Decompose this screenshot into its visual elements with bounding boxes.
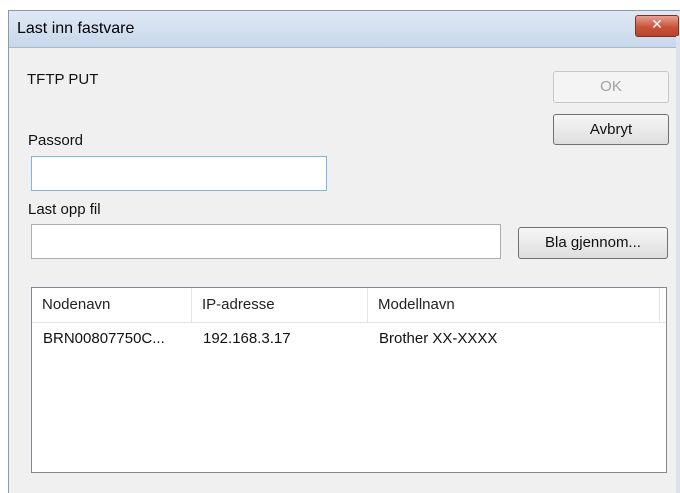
- title-bar: Last inn fastvare ✕: [9, 11, 680, 48]
- cell-ip-address: 192.168.3.17: [203, 330, 291, 347]
- upload-file-field[interactable]: [31, 224, 501, 259]
- password-field[interactable]: [31, 156, 327, 191]
- close-icon: ✕: [651, 17, 663, 33]
- device-list-header: Nodenavn IP-adresse Modellnavn: [32, 288, 666, 323]
- firmware-dialog: Last inn fastvare ✕ TFTP PUT OK Avbryt P…: [8, 10, 680, 493]
- column-header-node-name[interactable]: Nodenavn: [32, 288, 192, 322]
- cell-node-name: BRN00807750C...: [43, 330, 165, 347]
- cancel-button[interactable]: Avbryt: [553, 114, 669, 145]
- dialog-title: Last inn fastvare: [17, 20, 135, 37]
- table-row[interactable]: BRN00807750C... 192.168.3.17 Brother XX-…: [32, 322, 666, 356]
- upload-file-label: Last opp fil: [28, 201, 101, 218]
- window-edge: [676, 36, 680, 493]
- ok-button[interactable]: OK: [553, 71, 669, 103]
- column-header-ip-address[interactable]: IP-adresse: [192, 288, 368, 322]
- password-label: Passord: [28, 132, 84, 149]
- device-list[interactable]: Nodenavn IP-adresse Modellnavn BRN008077…: [31, 287, 667, 473]
- column-header-model-name[interactable]: Modellnavn: [368, 288, 660, 322]
- browse-button[interactable]: Bla gjennom...: [518, 227, 668, 259]
- cell-model-name: Brother XX-XXXX: [379, 330, 498, 347]
- protocol-label: TFTP PUT: [27, 71, 99, 88]
- close-button[interactable]: ✕: [635, 15, 679, 37]
